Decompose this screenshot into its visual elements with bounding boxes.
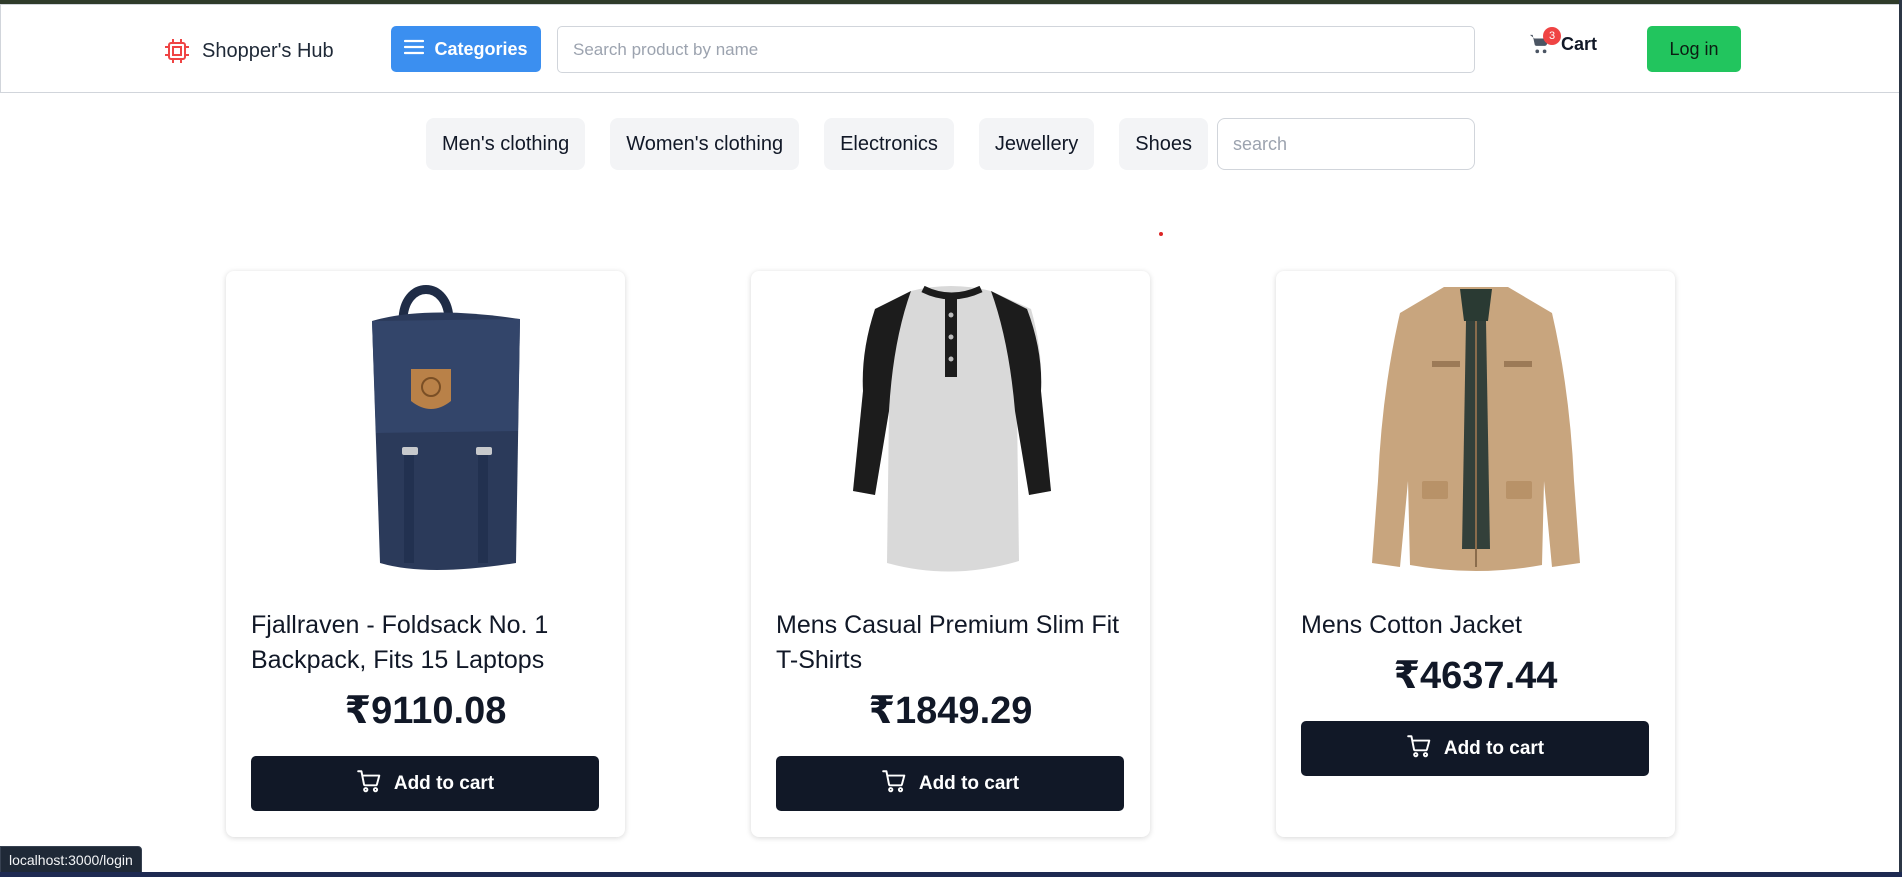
cart-label: Cart (1561, 33, 1598, 54)
add-to-cart-label: Add to cart (918, 772, 1020, 794)
navbar: Shopper's Hub Categories 3 Cart Log in (0, 4, 1902, 93)
product-card: Mens Casual Premium Slim Fit T-Shirts ₹1… (751, 271, 1150, 837)
product-title[interactable]: Mens Cotton Jacket (1301, 608, 1656, 643)
filter-chip-womens-clothing[interactable]: Women's clothing (610, 118, 800, 170)
product-image[interactable] (226, 281, 625, 581)
status-bar-url: localhost:3000/login (0, 846, 142, 873)
cart-link[interactable]: 3 Cart (1529, 27, 1598, 55)
filter-chip-mens-clothing[interactable]: Men's clothing (426, 118, 586, 170)
shopping-cart-icon (1406, 733, 1432, 765)
product-search-input[interactable] (557, 26, 1475, 73)
product-price: ₹9110.08 (344, 690, 507, 732)
add-to-cart-button[interactable]: Add to cart (776, 756, 1124, 811)
product-price: ₹4637.44 (1393, 655, 1558, 697)
cart-count-badge: 3 (1543, 27, 1561, 45)
category-filters: Men's clothing Women's clothing Electron… (426, 118, 1208, 170)
loading-indicator-dot (1159, 232, 1163, 236)
window-bottom-border (0, 872, 1902, 877)
product-title[interactable]: Fjallraven - Foldsack No. 1 Backpack, Fi… (251, 608, 606, 678)
product-title[interactable]: Mens Casual Premium Slim Fit T-Shirts (776, 608, 1131, 678)
brand-name: Shopper's Hub (202, 39, 334, 62)
shopping-cart-icon (881, 768, 907, 800)
add-to-cart-label: Add to cart (393, 772, 495, 794)
filter-search-input[interactable] (1217, 118, 1475, 170)
product-card: Mens Cotton Jacket ₹4637.44 Add to cart (1276, 271, 1675, 837)
categories-button[interactable]: Categories (391, 26, 541, 72)
add-to-cart-button[interactable]: Add to cart (251, 756, 599, 811)
chip-icon (164, 38, 190, 64)
product-image[interactable] (751, 281, 1150, 581)
brand[interactable]: Shopper's Hub (164, 38, 334, 64)
filter-chip-electronics[interactable]: Electronics (824, 118, 954, 170)
add-to-cart-button[interactable]: Add to cart (1301, 721, 1649, 776)
filter-chip-shoes[interactable]: Shoes (1119, 118, 1208, 170)
login-button[interactable]: Log in (1647, 26, 1741, 72)
add-to-cart-label: Add to cart (1443, 737, 1545, 759)
filter-chip-jewellery[interactable]: Jewellery (978, 118, 1095, 170)
product-price: ₹1849.29 (868, 690, 1033, 732)
product-card: Fjallraven - Foldsack No. 1 Backpack, Fi… (226, 271, 625, 837)
shopping-cart-icon (356, 768, 382, 800)
menu-icon (404, 39, 425, 60)
categories-label: Categories (434, 38, 528, 59)
cart-icon: 3 (1529, 27, 1561, 55)
product-image[interactable] (1276, 281, 1675, 581)
